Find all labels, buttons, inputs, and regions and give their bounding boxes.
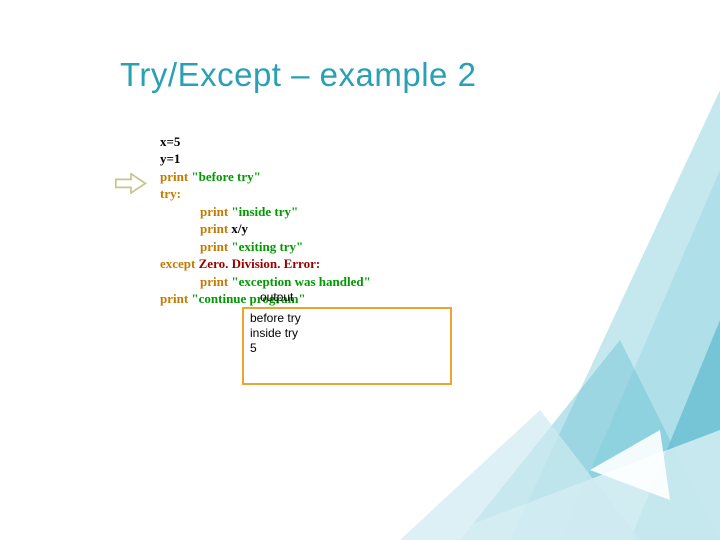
code-keyword: print — [200, 204, 231, 219]
code-string: "before try" — [191, 169, 260, 184]
code-keyword: except — [160, 256, 199, 271]
code-keyword: try: — [160, 186, 181, 201]
code-string: "exiting try" — [231, 239, 303, 254]
code-string: "inside try" — [231, 204, 298, 219]
slide-title: Try/Except – example 2 — [120, 56, 476, 94]
code-keyword: print — [160, 291, 191, 306]
code-literal: 5 — [174, 134, 181, 149]
code-keyword: print — [200, 274, 231, 289]
code-string: "exception was handled" — [231, 274, 370, 289]
arrow-right-icon — [115, 173, 147, 195]
code-keyword: print — [160, 169, 191, 184]
code-literal: 1 — [174, 151, 181, 166]
output-label: output — [260, 290, 293, 304]
code-expr: x/y — [231, 221, 248, 236]
code-exception: Zero. Division. Error: — [199, 256, 321, 271]
code-line: x= — [160, 134, 174, 149]
output-box: before try inside try 5 — [242, 307, 452, 385]
code-line: y= — [160, 151, 174, 166]
code-keyword: print — [200, 239, 231, 254]
code-block: x=5 y=1 print "before try" try: print "i… — [160, 115, 371, 308]
code-keyword: print — [200, 221, 231, 236]
